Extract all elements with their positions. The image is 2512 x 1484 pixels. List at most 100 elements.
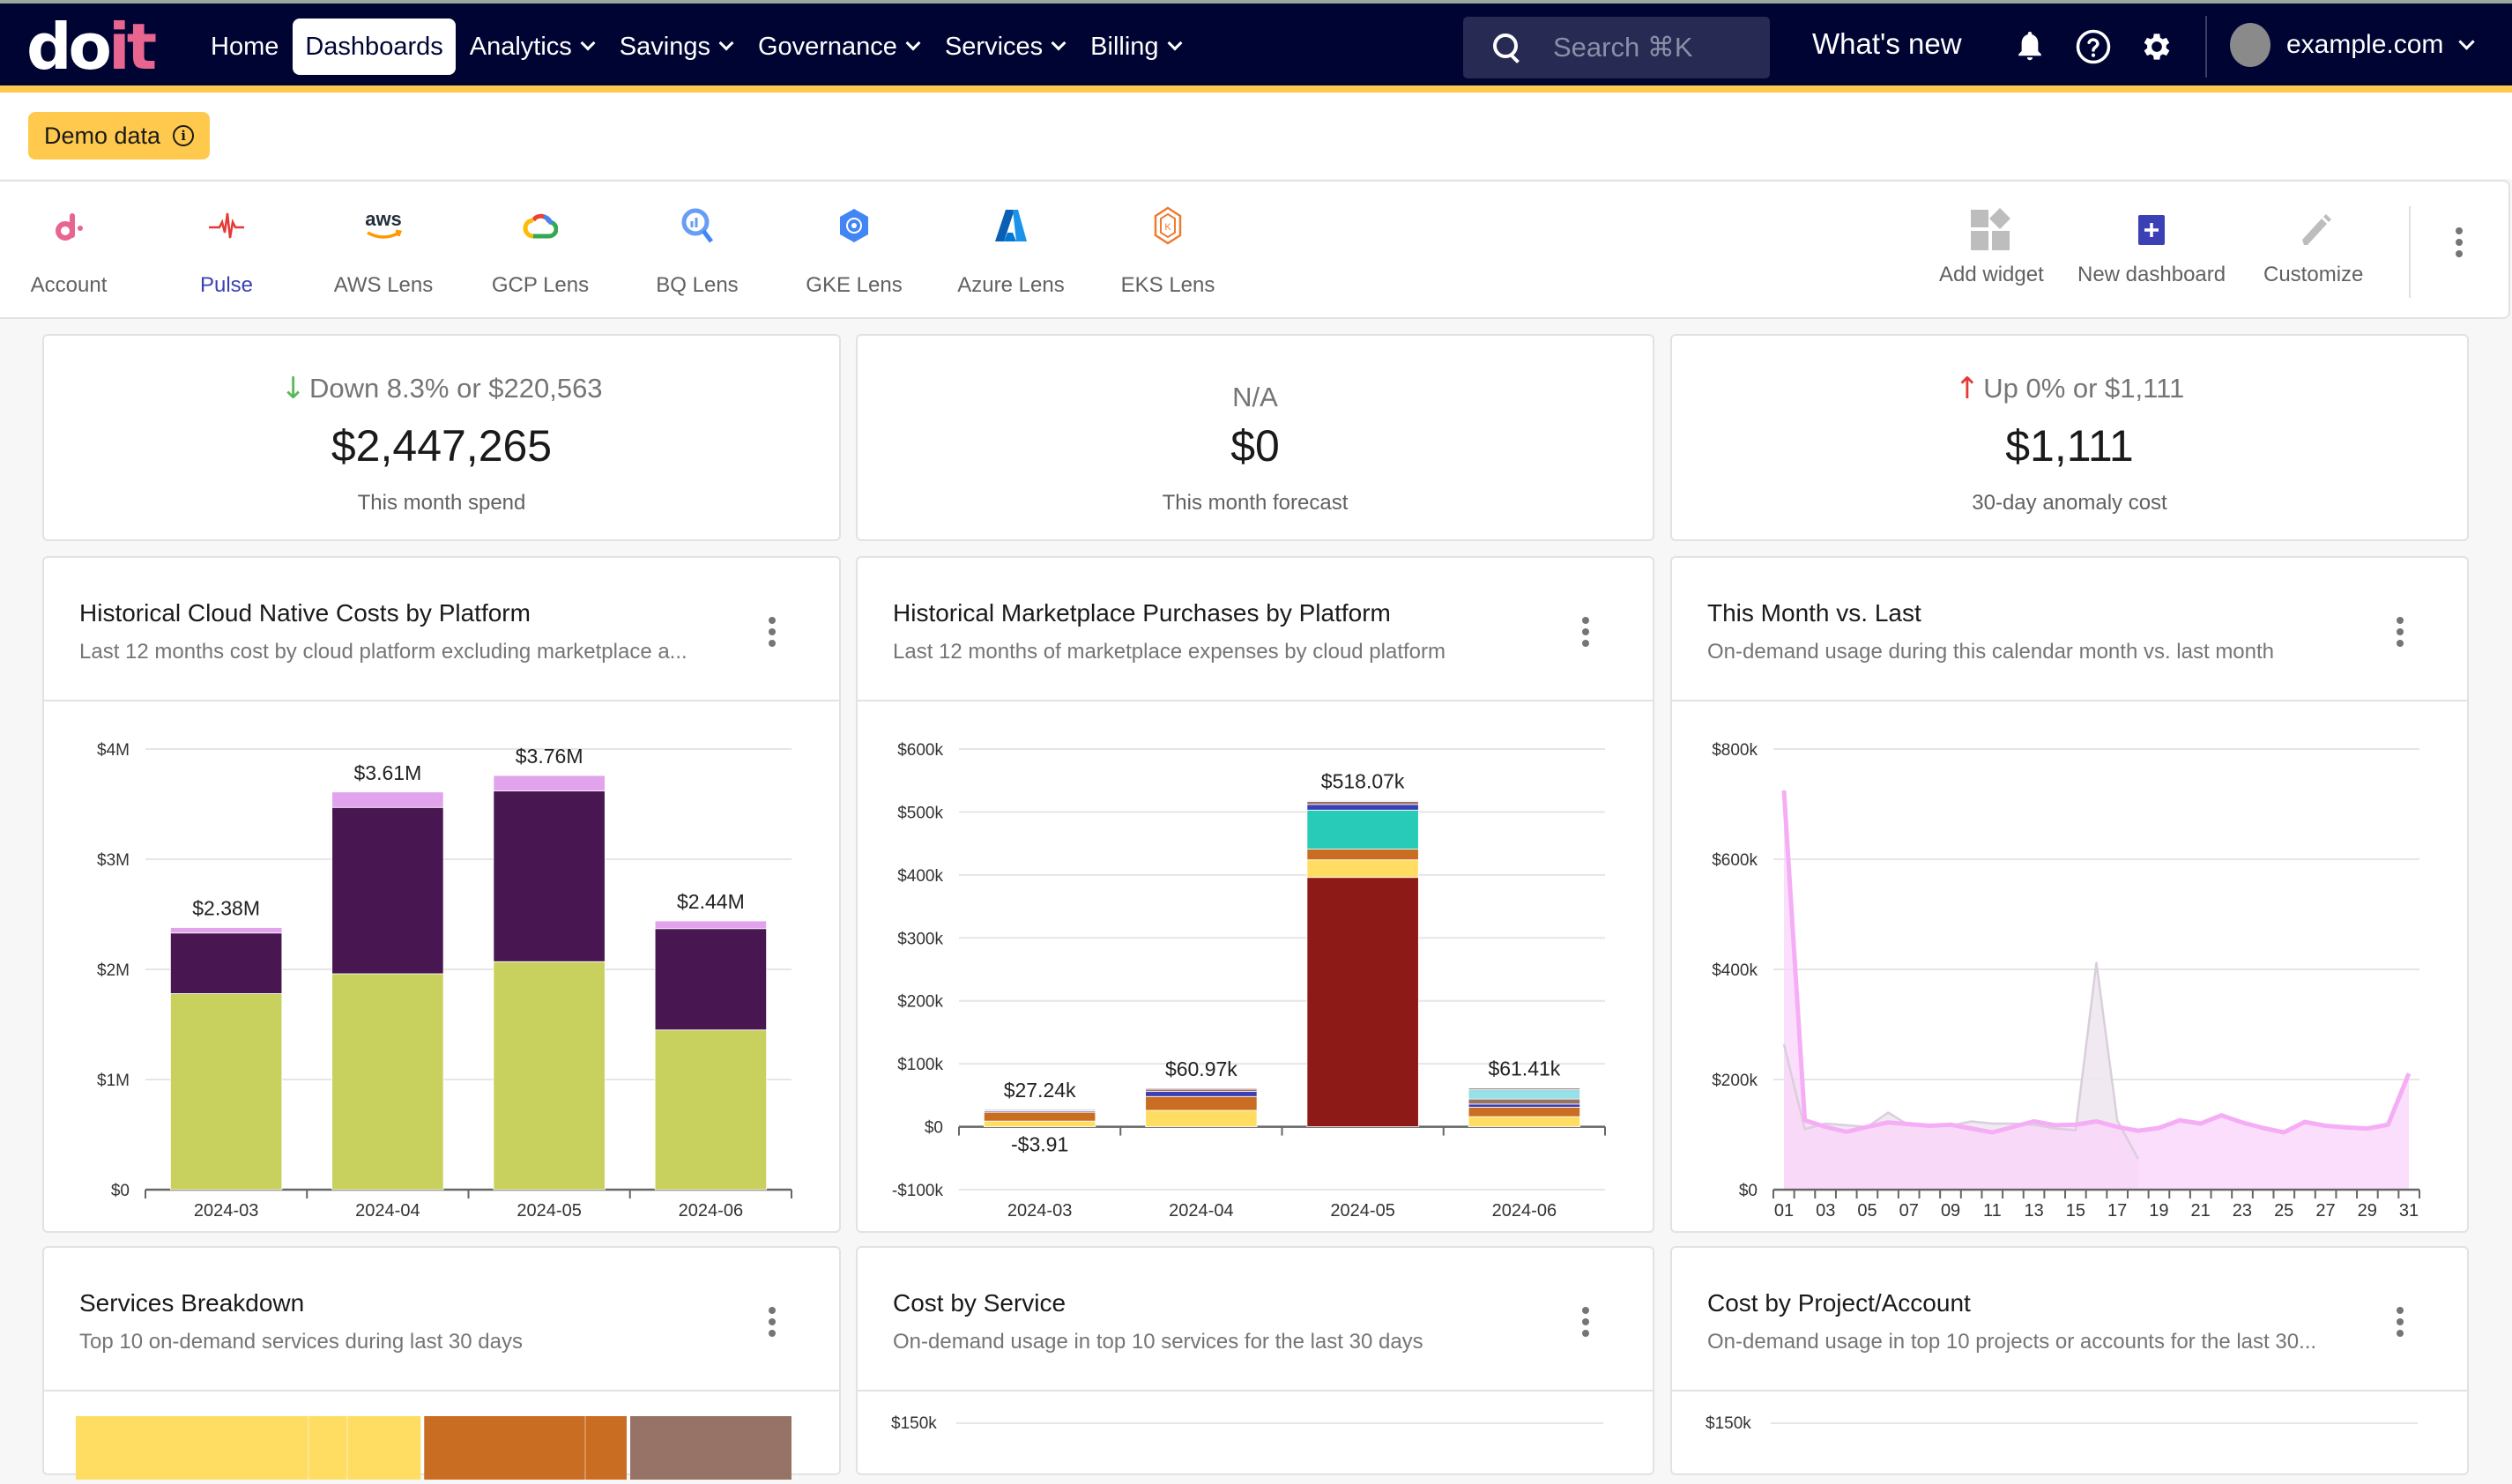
- y-tick-label: $0: [925, 1119, 943, 1138]
- lens-toolbar: Account Pulse aws AWS Lens GCP Lens BQ L…: [0, 180, 2510, 319]
- customize-button[interactable]: Customize: [2263, 208, 2363, 287]
- bar-segment-s9: [1468, 1087, 1580, 1090]
- gke-icon: [828, 199, 881, 252]
- search-input[interactable]: [1553, 32, 1756, 63]
- kpi-label: This month spend: [357, 491, 526, 515]
- y-tick-label: $300k: [897, 930, 943, 948]
- widget-subtitle: On-demand usage in top 10 services for t…: [893, 1330, 1423, 1354]
- account-name: example.com: [2286, 30, 2444, 59]
- x-tick-label: 09: [1941, 1201, 1960, 1221]
- lens-label: AWS Lens: [333, 273, 434, 297]
- x-tick-label: 2024-04: [1169, 1201, 1233, 1221]
- bar-segment-s2: [1145, 1109, 1258, 1127]
- lens-gcp[interactable]: GCP Lens: [474, 199, 606, 305]
- lens-label: Pulse: [199, 273, 254, 297]
- customize-label: Customize: [2263, 263, 2364, 286]
- nav-item-dashboards[interactable]: Dashboards: [293, 19, 456, 75]
- kpi-card-month-spend: ↓ Down 8.3% or $220,563 $2,447,265 This m…: [42, 334, 841, 541]
- widget-more-options-icon[interactable]: [2389, 1304, 2411, 1339]
- bar-segment-s2: [1306, 859, 1419, 879]
- lens-azure[interactable]: Azure Lens: [945, 199, 1077, 305]
- kpi-card-month-forecast: N/A $0 This month forecast: [856, 334, 1654, 541]
- y-tick-label: $150k: [1706, 1414, 1751, 1433]
- aws-icon: aws: [357, 199, 410, 252]
- nav-item-billing[interactable]: Billing: [1078, 19, 1192, 75]
- doit-logo[interactable]: do it: [26, 10, 157, 84]
- avatar: [2230, 23, 2270, 67]
- lens-bq[interactable]: BQ Lens: [631, 199, 763, 305]
- x-tick-label: 2024-05: [1330, 1201, 1394, 1221]
- widget-subtitle: Top 10 on-demand services during last 30…: [79, 1330, 523, 1354]
- widget-more-options-icon[interactable]: [1575, 1304, 1596, 1339]
- widget-more-options-icon[interactable]: [762, 1304, 783, 1339]
- lens-aws[interactable]: aws AWS Lens: [317, 199, 450, 305]
- x-tick-label: 19: [2149, 1201, 2168, 1221]
- lens-pulse[interactable]: Pulse: [160, 199, 293, 305]
- lens-gke[interactable]: GKE Lens: [788, 199, 920, 305]
- widget-more-options-icon[interactable]: [762, 614, 783, 649]
- widget-this-month-vs-last: This Month vs. Last On-demand usage duri…: [1670, 556, 2469, 1233]
- add-widget-label: Add widget: [1939, 263, 2044, 286]
- notifications-bell-icon[interactable]: [2010, 26, 2050, 67]
- kpi-label: This month forecast: [1162, 491, 1349, 515]
- lens-account[interactable]: Account: [3, 199, 135, 305]
- chevron-down-icon: [580, 35, 596, 51]
- x-tick-label: 2024-03: [1007, 1201, 1072, 1221]
- x-tick-label: 2024-05: [517, 1201, 581, 1221]
- whats-new-link[interactable]: What's new: [1812, 27, 1962, 61]
- chevron-down-icon: [718, 35, 734, 51]
- nav-accent-bar: [0, 85, 2512, 93]
- search-box[interactable]: [1463, 17, 1770, 78]
- widget-cost-by-service: Cost by Service On-demand usage in top 1…: [856, 1246, 1654, 1475]
- bar-segment-s5: [1306, 804, 1419, 811]
- treemap-block: [630, 1416, 792, 1484]
- help-icon[interactable]: [2073, 26, 2114, 67]
- treemap-block: [76, 1416, 421, 1484]
- bar-total-label: $3.61M: [354, 761, 422, 784]
- widget-header: Cost by Project/Account On-demand usage …: [1672, 1248, 2467, 1391]
- x-tick-label: 2024-06: [679, 1201, 743, 1221]
- y-tick-label: $800k: [1712, 741, 1758, 760]
- bar-total-label: $3.76M: [516, 745, 583, 768]
- widget-more-options-icon[interactable]: [1575, 614, 1596, 649]
- nav-item-governance[interactable]: Governance: [746, 19, 931, 75]
- x-tick-label: 2024-04: [355, 1201, 420, 1221]
- bar-segment-s3: [1145, 1095, 1258, 1111]
- toolbar-more-options-icon[interactable]: [2441, 220, 2477, 264]
- demo-data-label: Demo data: [44, 122, 161, 149]
- lens-label: EKS Lens: [1120, 273, 1215, 297]
- widget-more-options-icon[interactable]: [2389, 614, 2411, 649]
- bar-segment-platform-c: [493, 775, 606, 791]
- treemap-block: [424, 1416, 627, 1484]
- chevron-down-icon: [905, 35, 921, 51]
- y-tick-label: $100k: [897, 1056, 943, 1074]
- nav-item-analytics[interactable]: Analytics: [457, 19, 606, 75]
- widget-title: Cost by Service: [893, 1289, 1066, 1317]
- bar-segment-s1: [1306, 877, 1419, 1127]
- nav-item-savings[interactable]: Savings: [607, 19, 744, 75]
- cloud-native-costs-chart: $0 $1M $2M $3M $4M 2024-03 $2.38M 2024-04 $3.61M…: [97, 741, 792, 1221]
- lens-eks[interactable]: K EKS Lens: [1102, 199, 1234, 305]
- bar-segment-platform-a: [654, 1029, 767, 1191]
- widget-subtitle: Last 12 months of marketplace expenses b…: [893, 640, 1446, 664]
- bar-segment-s8: [984, 1109, 1096, 1111]
- y-tick-label: -$100k: [892, 1182, 944, 1200]
- kpi-trend-text: Up 0% or $1,111: [1983, 373, 2185, 404]
- settings-gear-icon[interactable]: [2137, 26, 2177, 67]
- y-tick-label: $2M: [97, 961, 130, 980]
- demo-bar: Demo data i: [0, 93, 2512, 179]
- kpi-trend: ↑ Up 0% or $1,111: [1955, 371, 2185, 406]
- x-tick-label: 31: [2399, 1201, 2419, 1221]
- nav-item-services[interactable]: Services: [933, 19, 1076, 75]
- marketplace-purchases-chart: -$100k $0 $100k $200k $300k $400k $500k $600k 20…: [892, 741, 1606, 1221]
- chevron-down-icon: [2458, 33, 2476, 50]
- add-widget-button[interactable]: Add widget: [1939, 208, 2044, 287]
- bar-segment-s3: [1306, 849, 1419, 861]
- new-dashboard-button[interactable]: New dashboard: [2077, 208, 2226, 287]
- eks-icon: K: [1141, 199, 1194, 252]
- nav-item-home[interactable]: Home: [198, 19, 291, 75]
- account-menu[interactable]: example.com: [2230, 23, 2476, 67]
- lens-label: GKE Lens: [806, 273, 903, 297]
- bar-total-label: $27.24k: [1004, 1079, 1076, 1102]
- demo-data-chip[interactable]: Demo data i: [28, 112, 211, 160]
